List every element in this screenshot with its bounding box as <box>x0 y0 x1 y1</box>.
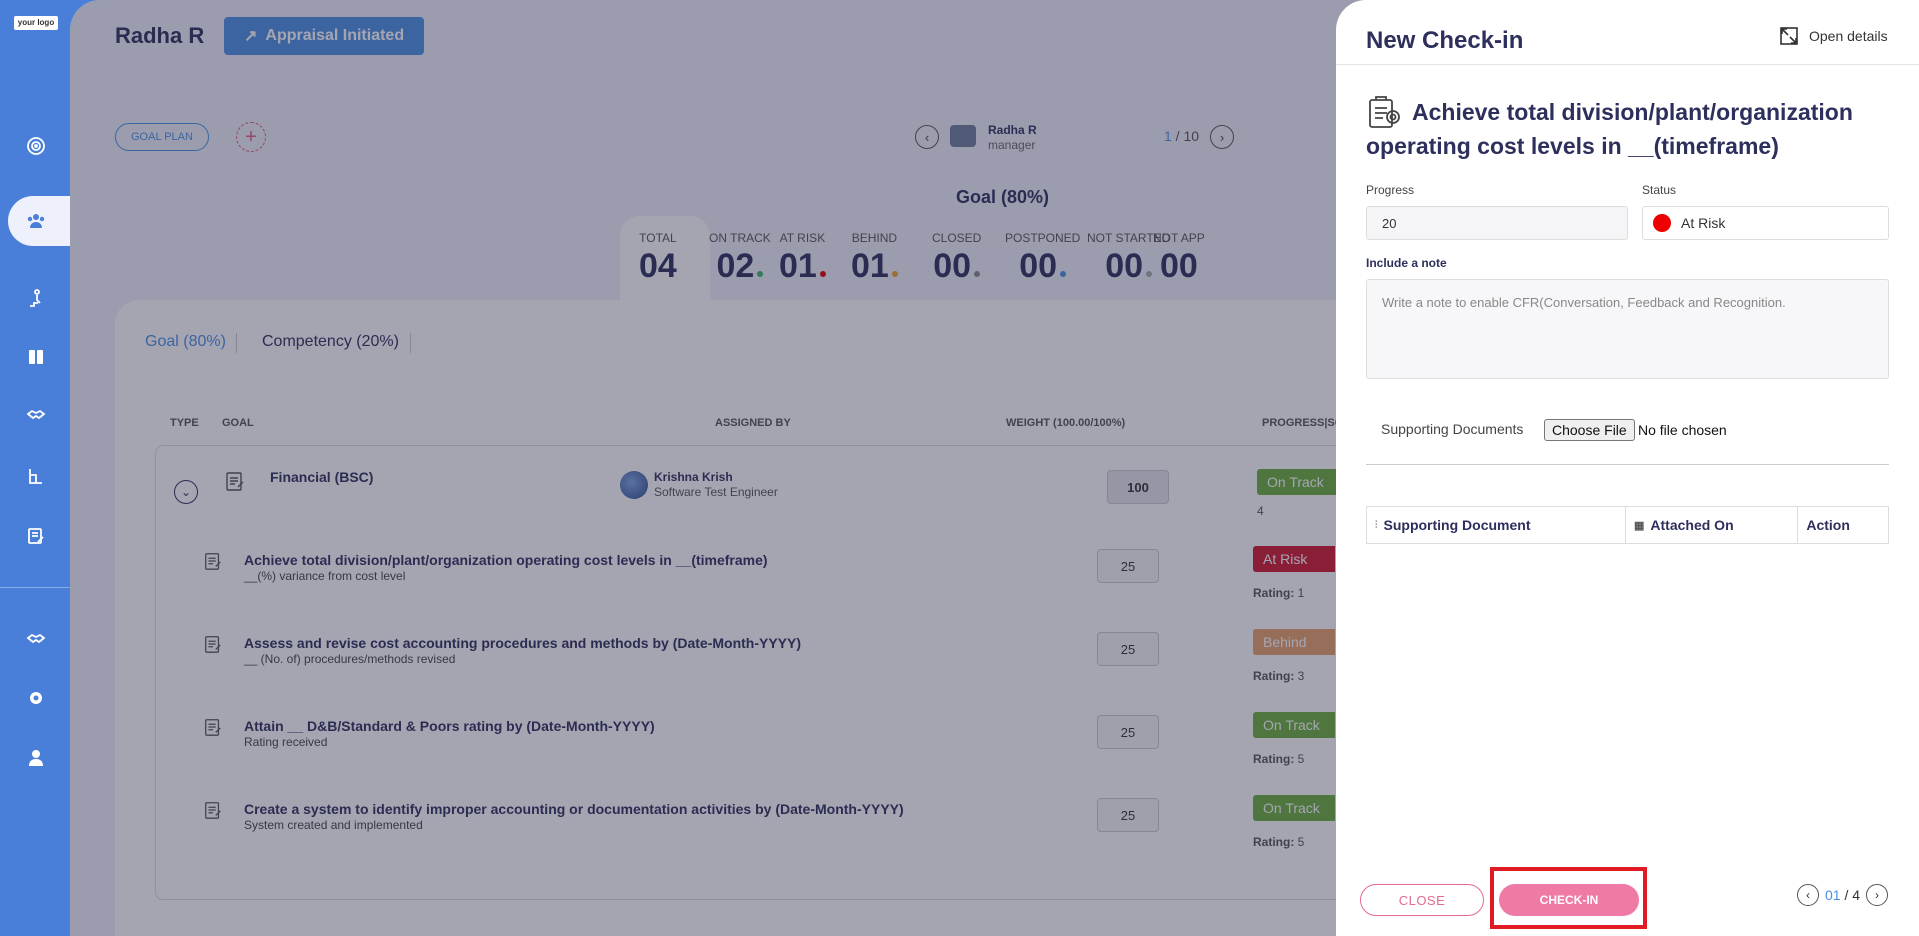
panel-page-current: 01 <box>1825 887 1841 903</box>
panel-page-separator: / <box>1840 887 1853 903</box>
chevron-right-icon[interactable]: › <box>1866 884 1889 906</box>
sidebar: your logo <box>0 0 88 936</box>
checkin-panel: New Check-in Open details Achieve total … <box>1336 0 1919 936</box>
team-icon[interactable] <box>20 205 52 237</box>
person-stairs-icon[interactable] <box>20 282 52 314</box>
doc-header-action: Action <box>1798 507 1888 543</box>
edit-document-icon[interactable] <box>20 520 52 552</box>
doc-header-attached-on-label: Attached On <box>1650 517 1734 533</box>
supporting-documents-table: ⫶ Supporting Document ▦ Attached On Acti… <box>1366 506 1889 544</box>
chevron-left-icon[interactable]: ‹ <box>1797 884 1819 906</box>
doc-header-attached-on: ▦ Attached On <box>1626 507 1799 543</box>
close-button[interactable]: CLOSE <box>1360 884 1484 916</box>
user-icon[interactable] <box>20 742 52 774</box>
gear-icon[interactable] <box>20 682 52 714</box>
doc-header-action-label: Action <box>1806 517 1850 533</box>
calendar-icon: ▦ <box>1633 519 1645 532</box>
choose-file-button[interactable]: Choose File <box>1544 419 1635 441</box>
doc-header-document-label: Supporting Document <box>1383 517 1531 533</box>
checkin-highlight-box <box>1490 867 1647 929</box>
company-logo: your logo <box>14 16 58 30</box>
hierarchy-icon[interactable] <box>20 460 52 492</box>
panel-title: New Check-in <box>1366 27 1524 54</box>
handshake-alt-icon[interactable] <box>20 622 52 654</box>
note-label: Include a note <box>1366 256 1447 270</box>
expand-icon <box>1780 27 1798 45</box>
panel-pager: ‹ 01 / 4 › <box>1797 884 1889 906</box>
panel-goal-title: Achieve total division/plant/organizatio… <box>1366 99 1853 159</box>
progress-label: Progress <box>1366 183 1415 197</box>
at-risk-status-dot <box>1653 214 1671 232</box>
open-details-link[interactable]: Open details <box>1779 26 1888 46</box>
book-icon[interactable] <box>20 341 52 373</box>
documents-divider <box>1366 464 1889 465</box>
supporting-documents-label: Supporting Documents <box>1381 421 1524 437</box>
no-file-chosen-text: No file chosen <box>1638 422 1727 438</box>
doc-header-document: ⫶ Supporting Document <box>1367 507 1626 543</box>
modal-overlay[interactable] <box>70 0 1406 936</box>
target-icon[interactable] <box>20 130 52 162</box>
status-label: Status <box>1642 183 1677 197</box>
handshake-icon[interactable] <box>20 398 52 430</box>
open-details-label: Open details <box>1809 28 1888 44</box>
note-textarea[interactable]: Write a note to enable CFR(Conversation,… <box>1366 279 1889 379</box>
progress-input[interactable]: 20 <box>1366 206 1628 240</box>
panel-divider <box>1336 64 1919 65</box>
paperclip-icon: ⫶ <box>1375 519 1378 531</box>
status-select[interactable]: At Risk <box>1642 206 1889 240</box>
status-value: At Risk <box>1681 215 1726 231</box>
panel-page-total: 4 <box>1852 887 1861 903</box>
sidebar-divider <box>0 587 70 588</box>
